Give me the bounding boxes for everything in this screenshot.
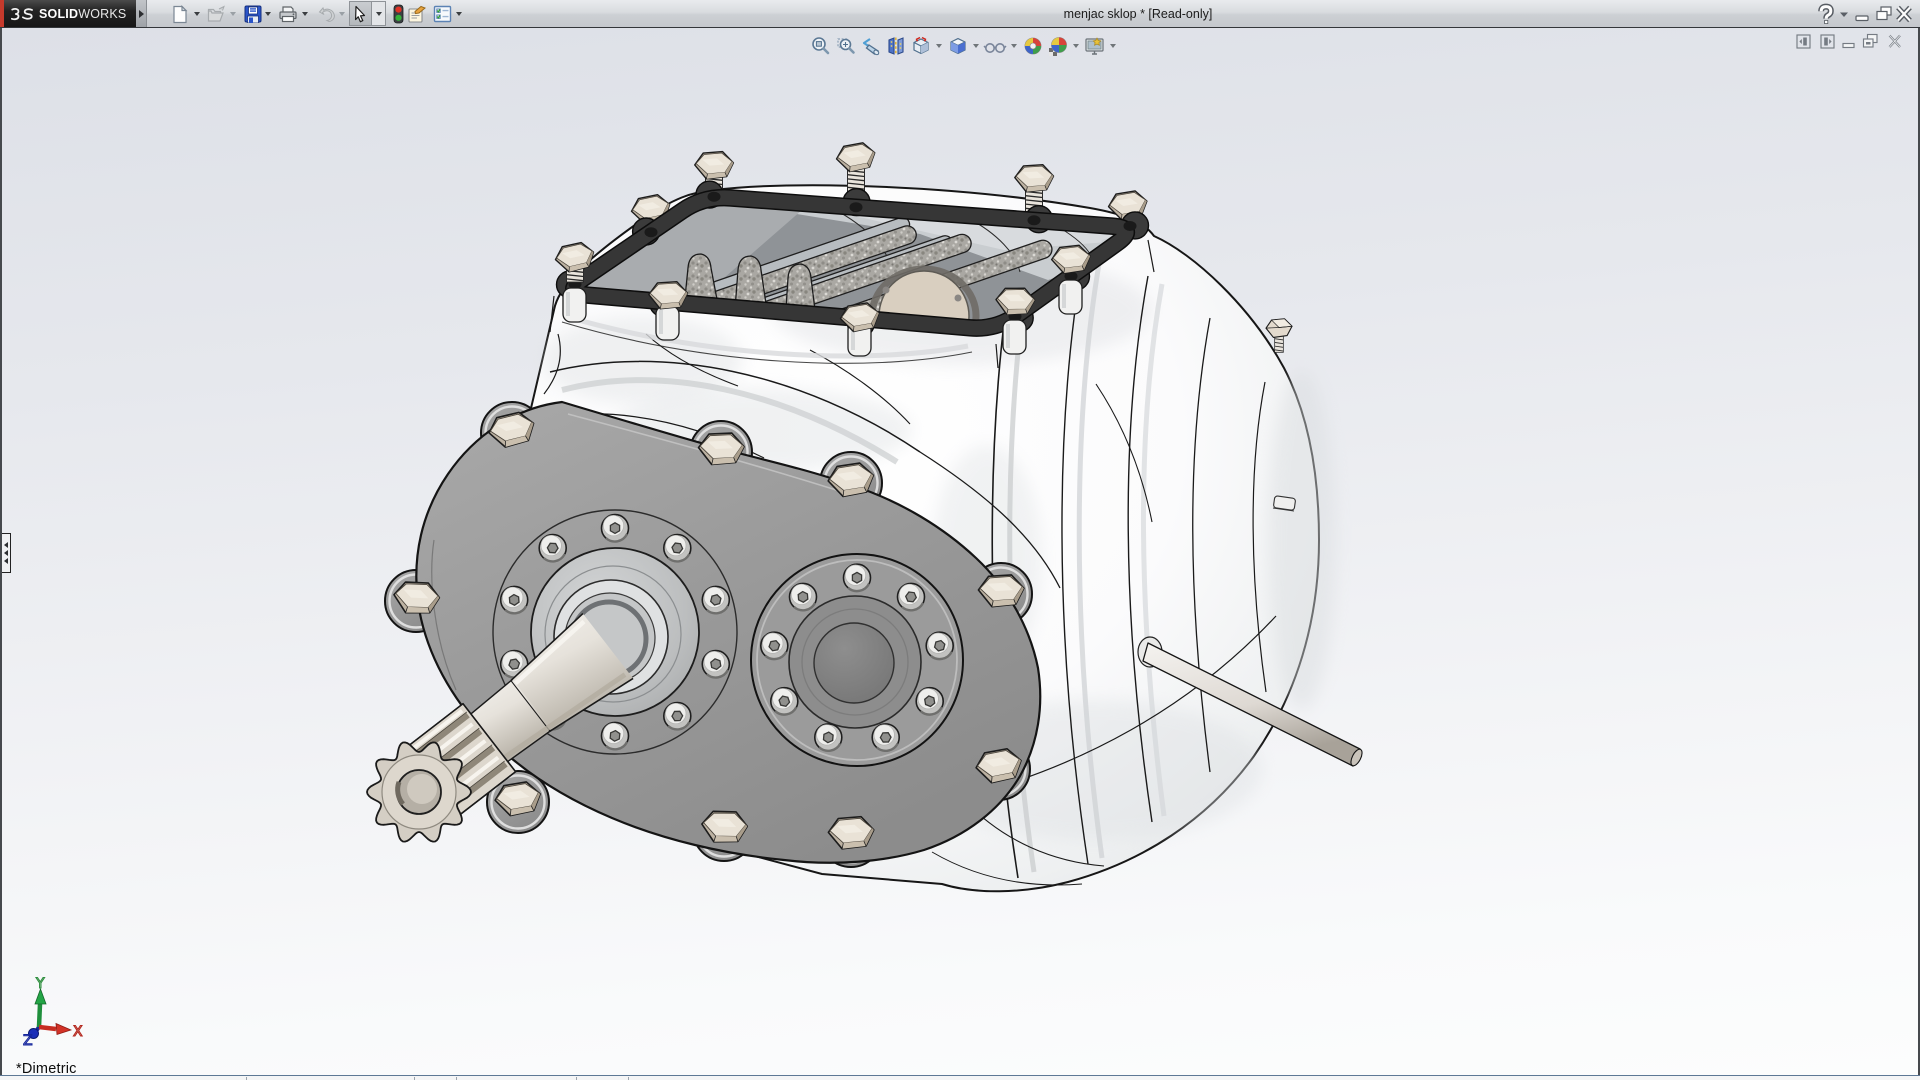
select-tool-dropdown[interactable] xyxy=(372,2,385,25)
restore-icon[interactable] xyxy=(1877,7,1891,20)
zoom-to-area-button[interactable] xyxy=(834,34,857,58)
open-dropdown[interactable] xyxy=(227,4,239,24)
solidworks-window: SOLIDWORKS menjac sklop * [Read-only] xyxy=(0,0,1920,1080)
zoom-to-fit-button[interactable] xyxy=(809,34,832,58)
window-controls[interactable] xyxy=(1794,3,1920,30)
view-settings-button[interactable] xyxy=(1083,34,1106,58)
print-button[interactable] xyxy=(278,4,298,24)
new-document-dropdown[interactable] xyxy=(191,4,203,24)
previous-view-icon xyxy=(860,36,882,56)
display-style-button[interactable] xyxy=(946,34,969,58)
socket-bolt xyxy=(926,632,953,659)
triad-x-label: X xyxy=(73,1024,83,1040)
file-properties-icon xyxy=(407,5,427,24)
help-icon[interactable] xyxy=(1821,7,1831,24)
hide-show-items-button[interactable] xyxy=(983,34,1007,58)
select-tool-group xyxy=(349,1,386,26)
zoom-to-fit-icon xyxy=(811,36,831,56)
options-icon xyxy=(433,5,452,23)
view-orientation-button[interactable] xyxy=(909,34,932,58)
socket-bolt xyxy=(664,535,691,562)
zoom-to-area-icon xyxy=(836,36,856,56)
view-settings-dropdown[interactable] xyxy=(1107,34,1119,58)
doc-restore-icon[interactable] xyxy=(1864,35,1878,48)
socket-bolt xyxy=(702,586,729,613)
display-style-icon xyxy=(948,36,968,56)
side-stud xyxy=(1273,496,1296,511)
view-orientation-label: *Dimetric xyxy=(16,1061,77,1075)
socket-bolt xyxy=(761,632,788,659)
section-view-button[interactable] xyxy=(884,34,907,58)
collapsed-panel-tab[interactable] xyxy=(0,533,11,573)
new-document-icon xyxy=(171,5,189,24)
previous-view-button[interactable] xyxy=(859,34,882,58)
headsup-view-toolbar xyxy=(808,33,1119,59)
collapse-feature-pane-icon[interactable] xyxy=(1797,35,1810,48)
save-button[interactable] xyxy=(243,4,263,24)
triad-z-label: Z xyxy=(23,1033,33,1049)
save-icon xyxy=(244,5,262,23)
status-bar xyxy=(0,1075,1920,1080)
expand-feature-pane-icon[interactable] xyxy=(1821,35,1834,48)
help-dropdown-caret[interactable] xyxy=(1840,13,1848,18)
graphics-viewport[interactable]: Y X Z *Dimetric xyxy=(0,28,1920,1075)
hide-show-items-icon xyxy=(983,36,1007,56)
socket-bolt xyxy=(539,535,566,562)
save-dropdown[interactable] xyxy=(262,4,274,24)
close-icon[interactable] xyxy=(1898,8,1910,21)
options-button[interactable] xyxy=(432,4,452,24)
doc-close-icon[interactable] xyxy=(1890,36,1901,48)
undo-icon xyxy=(317,5,336,23)
select-cursor-icon xyxy=(353,5,368,23)
section-view-icon xyxy=(886,36,906,56)
socket-bolt xyxy=(916,688,943,715)
hide-show-items-dropdown[interactable] xyxy=(1008,34,1020,58)
socket-bolt xyxy=(702,651,729,678)
orientation-triad xyxy=(29,989,72,1039)
socket-bolt xyxy=(602,722,629,749)
document-title: menjac sklop * [Read-only] xyxy=(988,0,1288,27)
undo-dropdown[interactable] xyxy=(336,4,348,24)
socket-bolt xyxy=(815,724,842,751)
socket-bolt xyxy=(872,724,899,751)
options-dropdown[interactable] xyxy=(453,4,465,24)
socket-bolt xyxy=(501,586,528,613)
display-style-dropdown[interactable] xyxy=(970,34,982,58)
file-properties-button[interactable] xyxy=(407,4,427,24)
open-folder-icon xyxy=(207,5,227,24)
socket-bolt xyxy=(602,515,629,542)
apply-scene-dropdown[interactable] xyxy=(1070,34,1082,58)
apply-scene-icon xyxy=(1048,36,1068,56)
document-controls[interactable] xyxy=(1790,32,1912,57)
document-window-controls xyxy=(1790,32,1912,52)
rebuild-button[interactable] xyxy=(388,4,408,24)
socket-bolt xyxy=(844,564,871,591)
socket-bolt xyxy=(664,703,691,730)
window-controls-icons xyxy=(1794,3,1920,25)
socket-bolt xyxy=(790,583,817,610)
edit-appearance-button[interactable] xyxy=(1021,34,1044,58)
view-orientation-dropdown[interactable] xyxy=(933,34,945,58)
quick-access-toolbar xyxy=(0,0,600,27)
minimize-icon[interactable] xyxy=(1856,16,1868,21)
select-tool-button[interactable] xyxy=(350,2,372,25)
print-icon xyxy=(278,5,298,23)
traffic-light-icon xyxy=(393,4,404,24)
print-dropdown[interactable] xyxy=(299,4,311,24)
viewport-3d-scene[interactable]: Y X Z xyxy=(2,28,1920,1075)
socket-bolt xyxy=(771,688,798,715)
view-settings-icon xyxy=(1084,36,1106,56)
apply-scene-button[interactable] xyxy=(1046,34,1069,58)
undo-button[interactable] xyxy=(316,4,336,24)
open-button[interactable] xyxy=(207,4,227,24)
title-bar: SOLIDWORKS menjac sklop * [Read-only] xyxy=(0,0,1920,28)
edit-appearance-icon xyxy=(1023,36,1043,56)
triad-y-label: Y xyxy=(35,976,45,992)
doc-minimize-icon[interactable] xyxy=(1843,44,1854,48)
socket-bolt xyxy=(898,583,925,610)
new-document-button[interactable] xyxy=(170,4,190,24)
view-orientation-icon xyxy=(910,36,932,56)
